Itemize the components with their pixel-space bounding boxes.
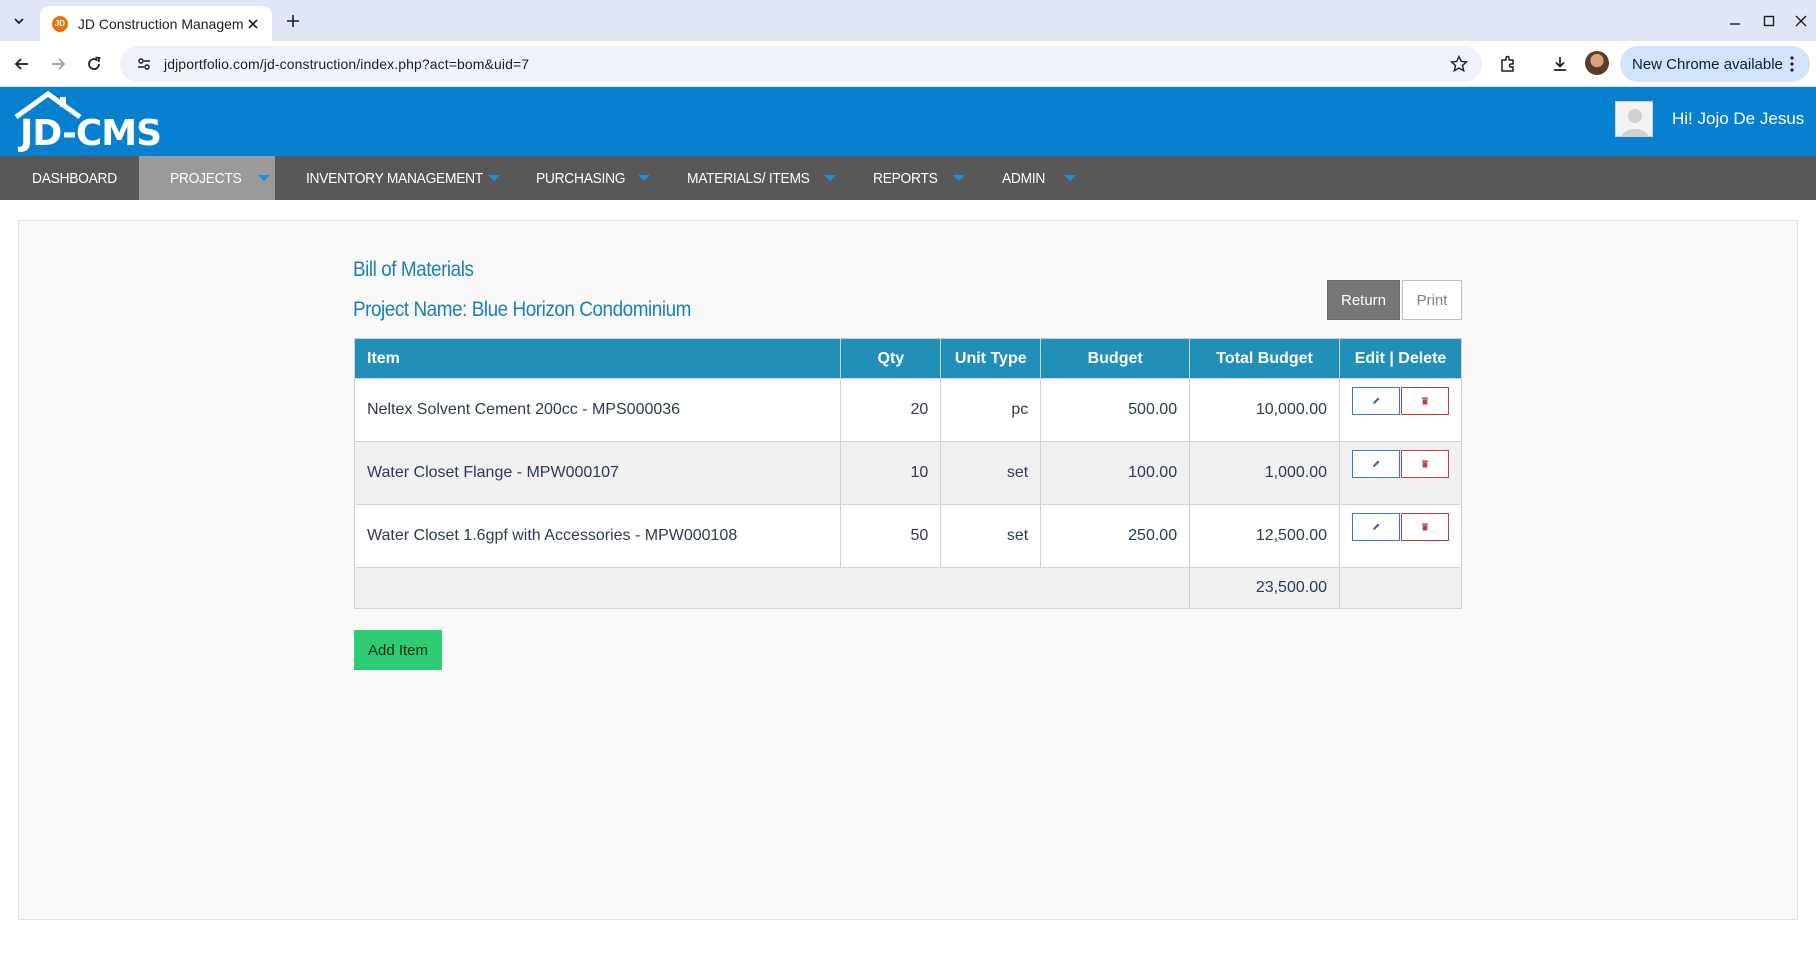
chrome-update-button[interactable]: New Chrome available <box>1620 46 1810 82</box>
reports-caret-icon[interactable] <box>953 175 965 181</box>
cell-qty: 50 <box>840 504 942 568</box>
materials-caret-icon[interactable] <box>824 175 836 181</box>
total-row-spacer <box>353 567 1191 609</box>
new-tab-plus-icon[interactable] <box>282 10 304 32</box>
cell-qty: 20 <box>840 378 942 442</box>
trash-icon <box>1422 397 1428 405</box>
projects-caret-icon[interactable] <box>258 175 270 181</box>
browser-toolbar: jdjportfolio.com/jd-construction/index.p… <box>0 41 1816 87</box>
trash-icon <box>1422 523 1428 531</box>
pencil-icon <box>1373 460 1380 467</box>
cell-budget: 500.00 <box>1040 378 1191 442</box>
cell-total: 10,000.00 <box>1189 378 1340 442</box>
browser-tab-strip: JD JD Construction Management <box>0 0 1816 41</box>
col-total-header: Total Budget <box>1189 338 1340 379</box>
col-unit-header: Unit Type <box>940 338 1042 379</box>
user-greeting[interactable]: Hi! Jojo De Jesus <box>1672 109 1804 129</box>
download-icon[interactable] <box>1546 50 1574 78</box>
admin-caret-icon[interactable] <box>1064 175 1076 181</box>
nav-materials-items[interactable]: MATERIALS/ ITEMS <box>687 156 810 200</box>
return-button[interactable]: Return <box>1327 280 1400 320</box>
forward-arrow-icon[interactable] <box>44 50 72 78</box>
cell-unit: pc <box>940 378 1042 442</box>
col-actions-header: Edit | Delete <box>1339 338 1462 379</box>
cell-budget: 100.00 <box>1040 441 1191 505</box>
col-item-header: Item <box>353 338 842 379</box>
pencil-icon <box>1373 523 1380 530</box>
maximize-window-icon[interactable] <box>1756 8 1782 34</box>
nav-reports[interactable]: REPORTS <box>873 156 938 200</box>
delete-button[interactable] <box>1401 450 1449 478</box>
site-favicon-icon: JD <box>52 15 68 32</box>
profile-avatar[interactable] <box>1585 51 1609 75</box>
reload-icon[interactable] <box>80 50 108 78</box>
edit-button[interactable] <box>1352 513 1400 541</box>
col-budget-header: Budget <box>1040 338 1191 379</box>
print-button[interactable]: Print <box>1402 280 1462 320</box>
site-logo[interactable]: JD-CMS <box>14 91 174 154</box>
cell-unit: set <box>940 504 1042 568</box>
edit-button[interactable] <box>1352 387 1400 415</box>
table-row: Water Closet Flange - MPW000107 10 set 1… <box>353 441 1462 505</box>
back-arrow-icon[interactable] <box>8 50 36 78</box>
cell-item: Water Closet Flange - MPW000107 <box>353 441 842 505</box>
tab-title: JD Construction Management <box>77 15 244 32</box>
nav-dashboard[interactable]: DASHBOARD <box>32 156 117 200</box>
nav-projects-label: PROJECTS <box>170 169 242 187</box>
nav-admin[interactable]: ADMIN <box>1002 156 1045 200</box>
nav-inventory-management[interactable]: INVENTORY MANAGEMENT <box>306 156 483 200</box>
cell-qty: 10 <box>840 441 942 505</box>
address-bar[interactable]: jdjportfolio.com/jd-construction/index.p… <box>120 46 1482 82</box>
page-title: Bill of Materials <box>353 258 474 281</box>
bom-table: Item Qty Unit Type Budget Total Budget E… <box>353 338 1462 609</box>
cell-actions <box>1339 441 1462 505</box>
browser-tab[interactable]: JD JD Construction Management <box>40 6 272 41</box>
delete-button[interactable] <box>1401 513 1449 541</box>
cell-actions <box>1339 378 1462 442</box>
main-nav: DASHBOARD PROJECTS INVENTORY MANAGEMENT … <box>0 156 1816 200</box>
cell-item: Neltex Solvent Cement 200cc - MPS000036 <box>353 378 842 442</box>
trash-icon <box>1422 460 1428 468</box>
site-info-icon[interactable] <box>126 46 162 82</box>
col-qty-header: Qty <box>840 338 942 379</box>
logo-text: JD-CMS <box>20 113 162 154</box>
cell-actions <box>1339 504 1462 568</box>
grand-total: 23,500.00 <box>1189 567 1340 609</box>
cell-unit: set <box>940 441 1042 505</box>
more-menu-icon[interactable] <box>1784 54 1800 74</box>
tab-search-chevron-icon[interactable] <box>8 10 30 32</box>
table-row: Neltex Solvent Cement 200cc - MPS000036 … <box>353 378 1462 442</box>
delete-button[interactable] <box>1401 387 1449 415</box>
cell-item: Water Closet 1.6gpf with Accessories - M… <box>353 504 842 568</box>
inventory-caret-icon[interactable] <box>488 175 500 181</box>
table-header-row: Item Qty Unit Type Budget Total Budget E… <box>353 338 1462 379</box>
cell-total: 1,000.00 <box>1189 441 1340 505</box>
nav-projects[interactable]: PROJECTS <box>139 156 275 200</box>
pencil-icon <box>1373 397 1380 404</box>
cell-budget: 250.00 <box>1040 504 1191 568</box>
total-row-empty <box>1339 567 1462 609</box>
purchasing-caret-icon[interactable] <box>638 175 650 181</box>
add-item-button[interactable]: Add Item <box>354 630 442 670</box>
update-label: New Chrome available <box>1632 55 1783 73</box>
nav-purchasing[interactable]: PURCHASING <box>536 156 626 200</box>
user-avatar[interactable] <box>1615 101 1653 137</box>
bookmark-star-icon[interactable] <box>1448 53 1470 75</box>
close-window-icon[interactable] <box>1788 8 1814 34</box>
close-tab-icon[interactable] <box>244 15 262 33</box>
table-row: Water Closet 1.6gpf with Accessories - M… <box>353 504 1462 568</box>
edit-button[interactable] <box>1352 450 1400 478</box>
cell-total: 12,500.00 <box>1189 504 1340 568</box>
minimize-window-icon[interactable] <box>1722 8 1748 34</box>
project-name: Project Name: Blue Horizon Condominium <box>353 298 691 321</box>
total-row: 23,500.00 <box>353 567 1462 609</box>
url-text[interactable]: jdjportfolio.com/jd-construction/index.p… <box>164 56 529 72</box>
extensions-puzzle-icon[interactable] <box>1494 50 1522 78</box>
site-header: JD-CMS Hi! Jojo De Jesus <box>0 87 1816 156</box>
